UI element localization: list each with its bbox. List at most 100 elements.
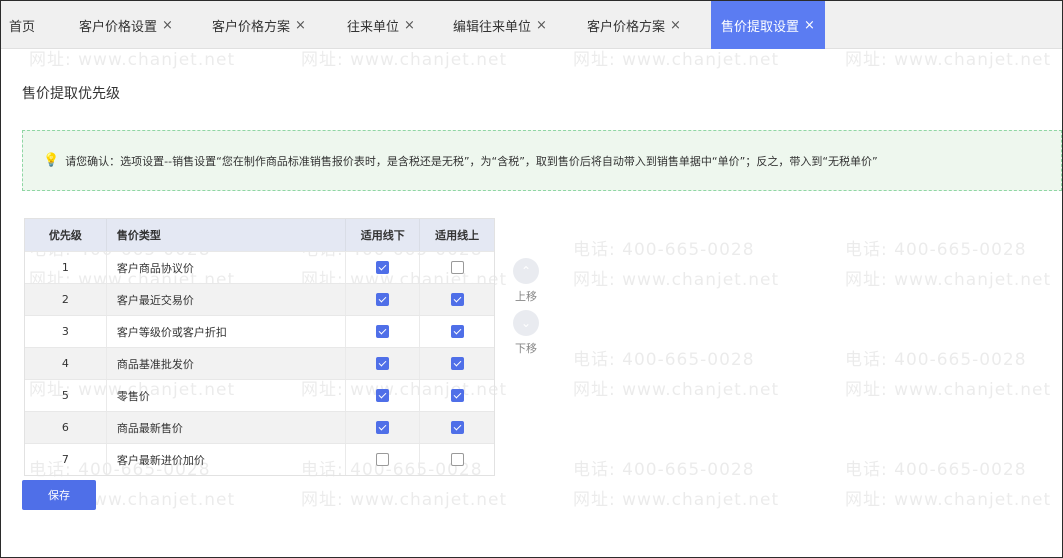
online-checkbox[interactable] <box>450 453 464 466</box>
tab-customer-price-settings[interactable]: 客户价格设置 × <box>79 1 173 49</box>
price-type-cell: 商品最新售价 <box>107 412 347 443</box>
table-row[interactable]: 2 客户最近交易价 <box>25 283 494 315</box>
header-online: 适用线上 <box>435 229 480 242</box>
header-offline: 适用线下 <box>346 219 421 251</box>
move-up-button[interactable]: ⌃ 上移 <box>510 258 542 304</box>
watermark-site: 网址: www.chanjet.net <box>29 50 236 70</box>
table-body: 1 客户商品协议价 2 客户最近交易价 3 客户等级价或客户折扣 4 商品基准批发价 5 零售价 6… <box>25 251 494 475</box>
watermark-site: 网址: www.chanjet.net <box>845 490 1052 510</box>
tab-label: 往来单位 <box>347 19 400 35</box>
offline-cell <box>346 348 421 379</box>
move-up-label: 上移 <box>515 290 537 303</box>
watermark-phone: 电话: 400-665-0028 <box>845 350 1027 370</box>
table-row[interactable]: 6 商品最新售价 <box>25 411 494 443</box>
offline-checkbox[interactable] <box>376 261 390 274</box>
watermark-site: 网址: www.chanjet.net <box>845 50 1052 70</box>
section-title: 售价提取优先级 <box>22 86 120 102</box>
offline-cell <box>346 316 421 347</box>
offline-cell <box>346 284 421 315</box>
move-down-button[interactable]: ⌄ 下移 <box>510 310 542 356</box>
tab-label: 售价提取设置 <box>721 19 800 35</box>
table-row[interactable]: 7 客户最新进价加价 <box>25 443 494 475</box>
price-type-cell: 客户商品协议价 <box>107 252 347 283</box>
watermark-site: 网址: www.chanjet.net <box>573 380 780 400</box>
tab-business-partners[interactable]: 往来单位 × <box>347 1 415 49</box>
watermark-phone: 电话: 400-665-0028 <box>573 460 755 480</box>
online-cell <box>420 348 494 379</box>
tab-customer-price-plan-2[interactable]: 客户价格方案 × <box>587 1 681 49</box>
header-price-type: 售价类型 <box>107 219 347 251</box>
online-cell <box>420 316 494 347</box>
table-header: 优先级 售价类型 适用线下 适用线上 <box>25 219 494 251</box>
priority-cell: 2 <box>25 284 107 315</box>
online-checkbox[interactable] <box>450 293 464 306</box>
watermark-site: 网址: www.chanjet.net <box>573 270 780 290</box>
tab-label: 客户价格方案 <box>212 19 291 35</box>
offline-checkbox[interactable] <box>376 389 390 402</box>
online-checkbox[interactable] <box>450 261 464 274</box>
tab-edit-business-partner[interactable]: 编辑往来单位 × <box>453 1 547 49</box>
table-row[interactable]: 1 客户商品协议价 <box>25 251 494 283</box>
online-cell <box>420 252 494 283</box>
tab-home[interactable]: 首页 <box>9 1 35 49</box>
online-checkbox[interactable] <box>450 325 464 338</box>
save-button[interactable]: 保存 <box>22 480 96 510</box>
tab-label: 首页 <box>9 19 36 35</box>
offline-checkbox[interactable] <box>376 325 390 338</box>
offline-cell <box>346 252 421 283</box>
price-type-cell: 零售价 <box>107 380 347 411</box>
tab-label: 客户价格设置 <box>79 19 158 35</box>
watermark-phone: 电话: 400-665-0028 <box>845 240 1027 260</box>
offline-checkbox[interactable] <box>376 357 390 370</box>
close-icon[interactable]: × <box>295 18 306 33</box>
watermark-phone: 电话: 400-665-0028 <box>845 460 1027 480</box>
chevron-down-icon: ⌄ <box>513 310 539 336</box>
close-icon[interactable]: × <box>162 18 173 33</box>
tab-label: 编辑往来单位 <box>453 19 532 35</box>
priority-cell: 6 <box>25 412 107 443</box>
tab-label: 客户价格方案 <box>587 19 666 35</box>
offline-checkbox[interactable] <box>376 453 390 466</box>
watermark-site: 网址: www.chanjet.net <box>301 490 508 510</box>
tab-price-extraction-settings[interactable]: 售价提取设置 × <box>711 1 825 49</box>
header-priority: 优先级 <box>25 219 107 251</box>
online-cell <box>420 284 494 315</box>
tab-bar: 首页 客户价格设置 × 客户价格方案 × 往来单位 × 编辑往来单位 × 客户价… <box>1 1 1062 49</box>
priority-cell: 1 <box>25 252 107 283</box>
priority-cell: 4 <box>25 348 107 379</box>
online-checkbox[interactable] <box>450 421 464 434</box>
close-icon[interactable]: × <box>804 18 815 33</box>
offline-checkbox[interactable] <box>376 293 390 306</box>
table-row[interactable]: 3 客户等级价或客户折扣 <box>25 315 494 347</box>
price-type-cell: 客户最近交易价 <box>107 284 347 315</box>
online-checkbox[interactable] <box>450 389 464 402</box>
table-row[interactable]: 5 零售价 <box>25 379 494 411</box>
online-cell <box>420 380 494 411</box>
offline-cell <box>346 412 421 443</box>
lightbulb-icon: 💡 <box>43 153 60 168</box>
watermark-site: 网址: www.chanjet.net <box>573 490 780 510</box>
close-icon[interactable]: × <box>536 18 547 33</box>
price-type-cell: 客户等级价或客户折扣 <box>107 316 347 347</box>
price-type-cell: 客户最新进价加价 <box>107 444 347 475</box>
tip-text: 请您确认：选项设置--销售设置“您在制作商品标准销售报价表时，是含税还是无税”，… <box>65 154 878 168</box>
move-down-label: 下移 <box>515 342 537 355</box>
offline-cell <box>346 380 421 411</box>
watermark-phone: 电话: 400-665-0028 <box>573 350 755 370</box>
online-checkbox[interactable] <box>450 357 464 370</box>
offline-checkbox[interactable] <box>376 421 390 434</box>
close-icon[interactable]: × <box>404 18 415 33</box>
close-icon[interactable]: × <box>670 18 681 33</box>
priority-cell: 7 <box>25 444 107 475</box>
tab-customer-price-plan[interactable]: 客户价格方案 × <box>212 1 306 49</box>
watermark-phone: 电话: 400-665-0028 <box>573 240 755 260</box>
watermark-site: 网址: www.chanjet.net <box>845 270 1052 290</box>
watermark-site: 网址: www.chanjet.net <box>845 380 1052 400</box>
table-row[interactable]: 4 商品基准批发价 <box>25 347 494 379</box>
priority-cell: 3 <box>25 316 107 347</box>
watermark-site: 网址: www.chanjet.net <box>573 50 780 70</box>
watermark-site: 网址: www.chanjet.net <box>301 50 508 70</box>
online-cell <box>420 412 494 443</box>
priority-cell: 5 <box>25 380 107 411</box>
chevron-up-icon: ⌃ <box>513 258 539 284</box>
